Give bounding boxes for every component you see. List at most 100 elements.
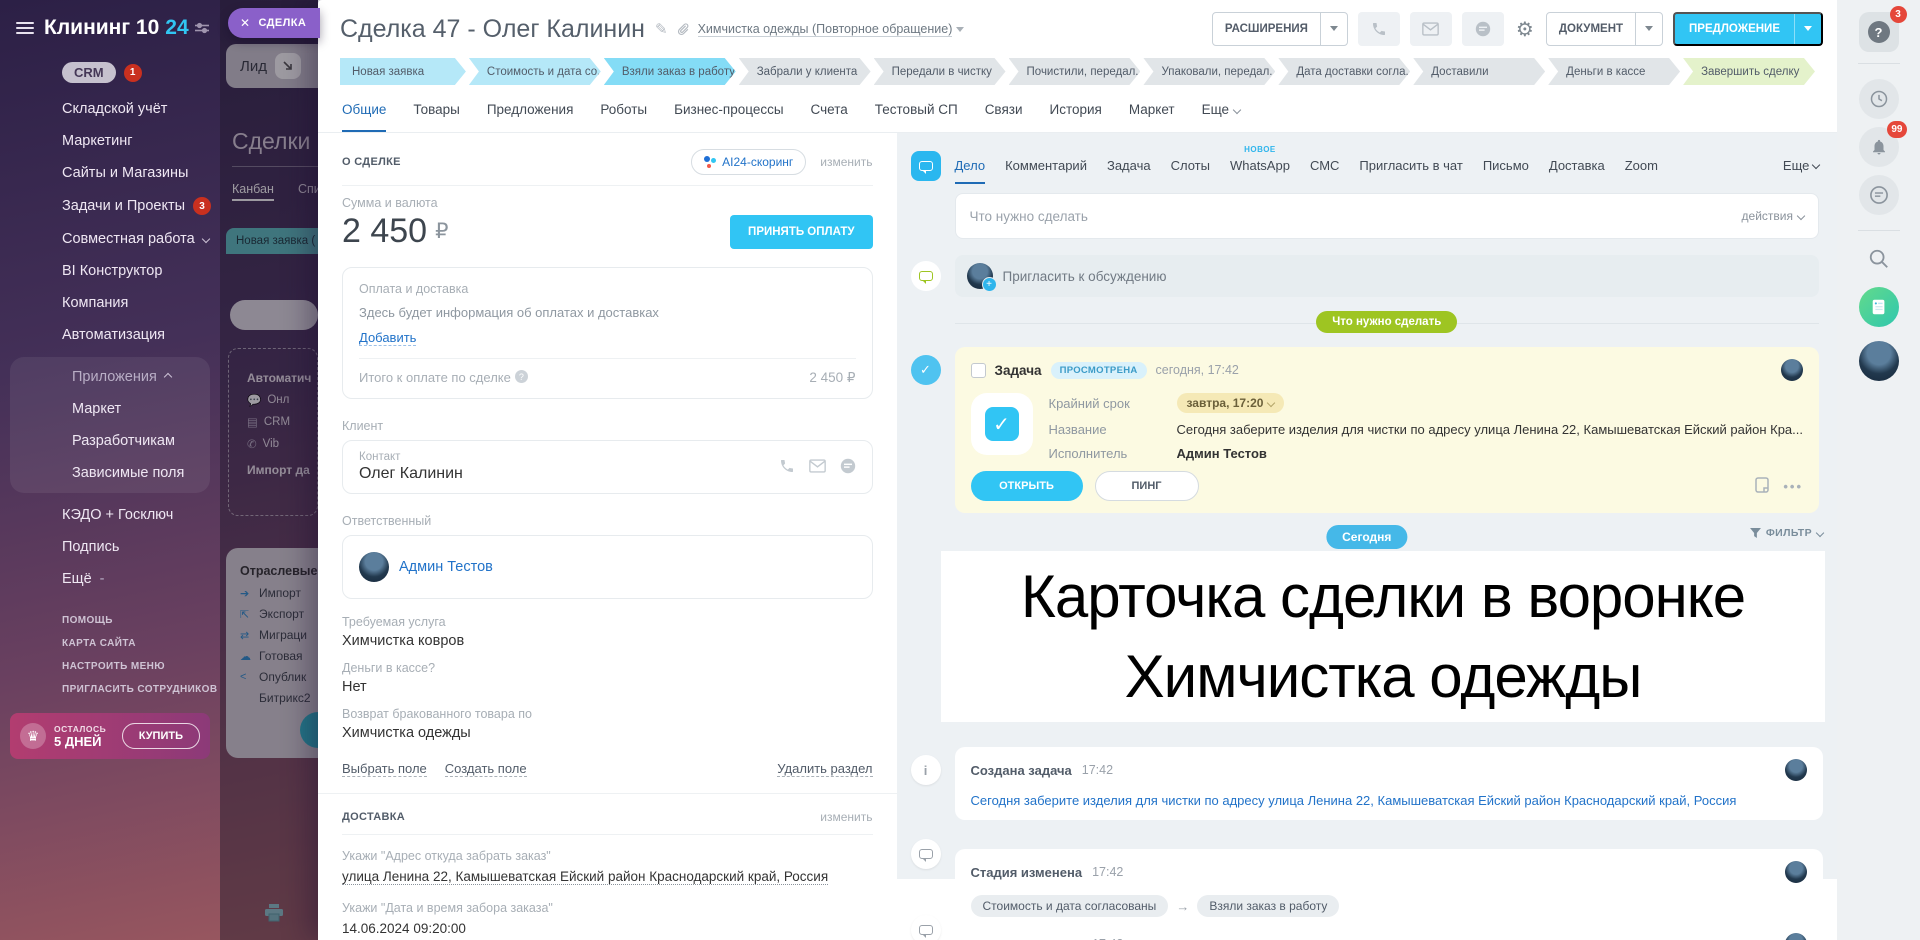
deadline-value[interactable]: завтра, 17:20 — [1177, 393, 1285, 413]
email-button[interactable] — [1410, 12, 1452, 46]
call-button[interactable] — [1358, 12, 1400, 46]
tab-bizproc[interactable]: Бизнес-процессы — [674, 89, 783, 132]
search-icon[interactable] — [1868, 248, 1890, 273]
stage-changed-avatar[interactable] — [1785, 861, 1807, 883]
tab-robots[interactable]: Роботы — [600, 89, 647, 132]
help-link[interactable]: ПОМОЩЬ — [0, 609, 220, 632]
kanban-column-header[interactable]: Новая заявка ( — [226, 228, 318, 254]
avatar[interactable] — [359, 552, 389, 582]
sidebar-item-company[interactable]: Компания — [0, 287, 220, 319]
buy-button[interactable]: КУПИТЬ — [122, 723, 200, 749]
stage-cleaned[interactable]: Почистили, передал... — [1009, 58, 1141, 85]
tab-invoices[interactable]: Счета — [811, 89, 848, 132]
create-field-link[interactable]: Создать поле — [445, 761, 527, 777]
stage-sent-to-cleaning[interactable]: Передали в чистку — [874, 58, 1006, 85]
messenger-button[interactable] — [1859, 175, 1899, 215]
kanban-fab-button[interactable] — [300, 712, 318, 748]
document-button[interactable]: ДОКУМЕНТ — [1546, 12, 1663, 46]
pickup-date-value[interactable]: 14.06.2024 09:20:00 — [342, 921, 873, 936]
ttab-zoom[interactable]: Zoom — [1625, 149, 1658, 184]
invite-discussion-row[interactable]: Пригласить к обсуждению — [955, 255, 1820, 297]
tab-test-sp[interactable]: Тестовый СП — [875, 89, 958, 132]
cash-value[interactable]: Нет — [342, 679, 873, 695]
ttab-letter[interactable]: Письмо — [1483, 149, 1529, 184]
ttab-more[interactable]: Еще — [1783, 149, 1819, 184]
stage-delivery-date[interactable]: Дата доставки согла... — [1278, 58, 1410, 85]
ttab-whatsapp[interactable]: НОВОЕWhatsApp — [1230, 149, 1290, 184]
ttab-delivery[interactable]: Доставка — [1549, 149, 1605, 184]
chat-button[interactable] — [1462, 12, 1504, 46]
stage-picked-up[interactable]: Забрали у клиента — [739, 58, 871, 85]
stage-changed-avatar-2[interactable] — [1785, 933, 1807, 940]
task-checkbox[interactable] — [971, 363, 986, 378]
ttab-sms[interactable]: СМС — [1310, 149, 1339, 184]
assignee-value[interactable]: Админ Тестов — [1177, 446, 1267, 461]
deal-amount[interactable]: 2 450 — [342, 212, 427, 251]
tab-history[interactable]: История — [1050, 89, 1102, 132]
view-tab-list[interactable]: Список — [298, 182, 318, 196]
sidebar-item-sign[interactable]: Подпись — [0, 531, 220, 563]
return-value[interactable]: Химчистка одежды — [342, 725, 873, 741]
responsible-name[interactable]: Админ Тестов — [399, 559, 493, 575]
sitemap-link[interactable]: КАРТА САЙТА — [0, 632, 220, 655]
activity-input[interactable] — [970, 209, 1742, 224]
contact-name[interactable]: Олег Калинин — [359, 465, 779, 483]
ping-button[interactable]: ПИНГ — [1095, 471, 1199, 501]
stage-new[interactable]: Новая заявка — [340, 58, 466, 85]
tab-products[interactable]: Товары — [413, 89, 459, 132]
close-icon[interactable]: ✕ — [240, 16, 250, 30]
pickup-address-value[interactable]: улица Ленина 22, Камышеватская Ейский ра… — [342, 869, 828, 885]
view-tab-kanban[interactable]: Канбан — [232, 182, 274, 201]
sidebar-item-kedo[interactable]: КЭДО + Госключ — [0, 499, 220, 531]
import-data-link[interactable]: Импорт да — [247, 463, 317, 477]
collapse-corner-icon[interactable] — [275, 53, 301, 79]
tab-general[interactable]: Общие — [342, 89, 386, 132]
actions-dropdown[interactable]: действия — [1742, 209, 1804, 223]
contact-call-icon[interactable] — [779, 458, 795, 477]
help-button[interactable]: ? 3 — [1859, 12, 1899, 52]
industry-bitrix[interactable]: Битрикс2 — [240, 691, 318, 705]
extensions-button[interactable]: РАСШИРЕНИЯ — [1212, 12, 1348, 46]
choose-field-link[interactable]: Выбрать поле — [342, 761, 427, 777]
sidebar-item-tasks[interactable]: Задачи и Проекты3 — [0, 189, 220, 223]
sidebar-item-more[interactable]: Ещё- — [0, 563, 220, 595]
contact-chat-icon[interactable] — [840, 458, 856, 477]
stage-in-progress[interactable]: Взяли заказ в работу — [604, 58, 736, 85]
stage-money[interactable]: Деньги в кассе — [1548, 58, 1680, 85]
sidebar-item-marketing[interactable]: Маркетинг — [0, 125, 220, 157]
sidebar-item-bi[interactable]: BI Конструктор — [0, 255, 220, 287]
sidebar-item-automation[interactable]: Автоматизация — [0, 319, 220, 351]
contact-email-icon[interactable] — [809, 459, 826, 476]
tab-market[interactable]: Маркет — [1129, 89, 1175, 132]
logo-settings-icon[interactable] — [195, 22, 209, 34]
history-button[interactable] — [1859, 79, 1899, 119]
configure-menu-link[interactable]: НАСТРОИТЬ МЕНЮ — [0, 655, 220, 678]
notifications-button[interactable]: 99 — [1859, 127, 1899, 167]
created-task-avatar[interactable] — [1785, 759, 1807, 781]
slider-tab-deal[interactable]: ✕ СДЕЛКА — [228, 8, 320, 38]
service-value[interactable]: Химчистка ковров — [342, 633, 873, 649]
sidebar-item-market[interactable]: Маркет — [10, 393, 210, 425]
sidebar-item-sites[interactable]: Сайты и Магазины — [0, 157, 220, 189]
industry-ready[interactable]: ☁Готовая — [240, 649, 318, 663]
sidebar-group-apps[interactable]: Приложения — [10, 361, 210, 393]
industry-publish[interactable]: <Опублик — [240, 670, 318, 684]
created-task-text[interactable]: Сегодня заберите изделия для чистки по а… — [971, 793, 1808, 808]
stage-price-agreed[interactable]: Стоимость и дата со... — [469, 58, 601, 85]
sidebar-item-developers[interactable]: Разработчикам — [10, 425, 210, 457]
accept-payment-button[interactable]: ПРИНЯТЬ ОПЛАТУ — [730, 215, 872, 249]
funnel-link[interactable]: Химчистка одежды (Повторное обращение) — [698, 22, 953, 37]
ttab-comment[interactable]: Комментарий — [1005, 149, 1087, 184]
ttab-activity[interactable]: Дело — [955, 149, 986, 184]
sidebar-item-crm[interactable]: CRM 1 — [62, 62, 220, 83]
open-task-button[interactable]: ОТКРЫТЬ — [971, 471, 1083, 501]
sidebar-item-collab[interactable]: Совместная работа — [0, 223, 220, 255]
add-payment-link[interactable]: Добавить — [359, 330, 416, 346]
edit-delivery-link[interactable]: изменить — [820, 810, 872, 824]
automation-item-viber[interactable]: ✆Vib — [247, 437, 317, 451]
ai-scoring-button[interactable]: AI24-скоринг — [691, 149, 806, 175]
tab-more[interactable]: Еще — [1202, 89, 1240, 132]
offer-button[interactable]: ПРЕДЛОЖЕНИЕ — [1673, 12, 1823, 46]
more-dots-icon[interactable]: ••• — [1783, 479, 1803, 494]
sidebar-item-dependent-fields[interactable]: Зависимые поля — [10, 457, 210, 489]
